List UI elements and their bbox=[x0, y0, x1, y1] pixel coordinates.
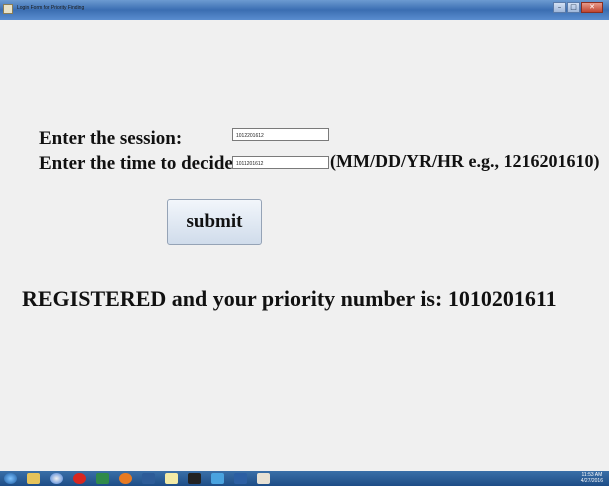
session-input[interactable] bbox=[232, 128, 329, 141]
maximize-button[interactable]: □ bbox=[567, 2, 580, 13]
minimize-button[interactable]: – bbox=[553, 2, 566, 13]
chrome-icon[interactable] bbox=[50, 473, 63, 484]
window-title: Login Form for Priority Finding bbox=[17, 5, 85, 11]
opera-icon[interactable] bbox=[73, 473, 86, 484]
result-message: REGISTERED and your priority number is: … bbox=[22, 286, 557, 311]
session-label: Enter the session: bbox=[39, 128, 183, 149]
folder-icon[interactable] bbox=[27, 473, 40, 484]
time-input[interactable] bbox=[232, 156, 329, 169]
network-icon[interactable] bbox=[211, 473, 224, 484]
close-button[interactable]: ✕ bbox=[581, 2, 603, 13]
time-label: Enter the time to decide: bbox=[39, 153, 240, 174]
title-bar: Login Form for Priority Finding – □ ✕ bbox=[0, 0, 609, 20]
submit-button[interactable]: submit bbox=[167, 199, 262, 245]
window-controls: – □ ✕ bbox=[552, 2, 603, 15]
firefox-icon[interactable] bbox=[119, 473, 132, 484]
form-panel: Enter the session: Enter the time to dec… bbox=[0, 20, 609, 471]
word-icon[interactable] bbox=[234, 473, 247, 484]
clock-date: 4/27/2016 bbox=[580, 478, 603, 484]
system-tray: 11:53 AM 4/27/2016 bbox=[581, 472, 603, 484]
terminal-icon[interactable] bbox=[188, 473, 201, 484]
excel-icon[interactable] bbox=[96, 473, 109, 484]
app-icon bbox=[3, 4, 13, 14]
java-icon[interactable] bbox=[257, 473, 270, 484]
format-hint: (MM/DD/YR/HR e.g., 1216201610) bbox=[330, 151, 600, 171]
taskbar: 11:53 AM 4/27/2016 bbox=[0, 471, 609, 486]
netbeans-icon[interactable] bbox=[142, 473, 155, 484]
start-orb-icon[interactable] bbox=[4, 473, 17, 484]
notepad-icon[interactable] bbox=[165, 473, 178, 484]
